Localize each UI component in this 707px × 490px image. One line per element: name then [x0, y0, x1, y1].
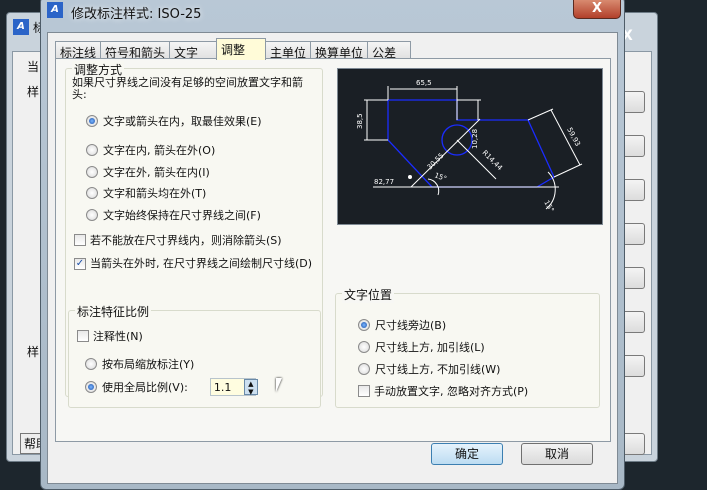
radio-over-without-leader[interactable]: 尺寸线上方, 不加引线(W)	[358, 361, 500, 377]
radio-text-outside[interactable]: 文字在外, 箭头在内(I)	[86, 164, 210, 180]
ok-button[interactable]: 确定	[431, 443, 503, 465]
radio-label: 尺寸线旁边(B)	[375, 319, 447, 332]
suppress-arrows-checkbox[interactable]: 若不能放在尺寸界线内，则消除箭头(S)	[74, 232, 282, 248]
preview-drawing: 65,5 38,5 59,93 R14,44 10,28 30,55 82,77…	[356, 79, 583, 214]
radio-beside-dim-line[interactable]: 尺寸线旁边(B)	[358, 317, 446, 333]
radio-button[interactable]	[358, 341, 370, 353]
text-placement-title: 文字位置	[342, 286, 395, 303]
radio-label: 文字和箭头均在外(T)	[103, 187, 207, 200]
radio-text-inside[interactable]: 文字在内, 箭头在外(O)	[86, 142, 215, 158]
radio-label: 按布局缩放标注(Y)	[102, 358, 195, 371]
radio-button[interactable]	[86, 187, 98, 199]
annotative-checkbox[interactable]: 注释性(N)	[77, 328, 143, 344]
app-icon: A	[47, 2, 63, 18]
global-scale-value: 1.1	[213, 381, 232, 394]
scale-title: 标注特征比例	[75, 303, 152, 320]
dim-text: 15°	[542, 199, 555, 214]
radio-button[interactable]	[85, 358, 97, 370]
styles-label: 样	[27, 85, 40, 99]
dim-text: 65,5	[416, 79, 432, 87]
radio-both-outside[interactable]: 文字和箭头均在外(T)	[86, 185, 206, 201]
dim-text: 15°	[433, 171, 447, 183]
ext-line	[553, 163, 583, 178]
current-style-label: 当	[27, 60, 40, 74]
modify-dimension-style-dialog: A 修改标注样式: ISO-25 X 标注线 符号和箭头 文字 调整 主单位 换…	[40, 0, 625, 490]
tab-fit[interactable]: 调整	[216, 38, 267, 60]
tab-bar: 标注线 符号和箭头 文字 调整 主单位 换算单位 公差	[55, 38, 412, 60]
global-scale-input[interactable]: 1.1 ▲ ▼	[209, 378, 258, 396]
radio-label: 文字或箭头在内，取最佳效果(E)	[103, 115, 262, 128]
radio-scale-to-layout[interactable]: 按布局缩放标注(Y)	[85, 356, 194, 372]
radio-button[interactable]	[358, 363, 370, 375]
radio-button[interactable]	[86, 209, 98, 221]
dim-text: 59,93	[565, 126, 581, 147]
radio-label: 尺寸线上方, 加引线(L)	[375, 341, 485, 354]
radio-label: 文字在内, 箭头在外(O)	[103, 144, 216, 157]
dim-text: 10,28	[471, 129, 479, 149]
checkbox[interactable]	[358, 385, 370, 397]
radio-button[interactable]	[86, 166, 98, 178]
preview-image: 65,5 38,5 59,93 R14,44 10,28 30,55 82,77…	[337, 68, 603, 225]
dialog-client: 标注线 符号和箭头 文字 调整 主单位 换算单位 公差 调整方式 如果尺寸界线之…	[47, 32, 618, 484]
mouse-cursor-icon	[276, 378, 282, 392]
list-label: 样	[27, 345, 40, 359]
radio-button[interactable]	[85, 381, 97, 393]
checkbox-label: 若不能放在尺寸界线内，则消除箭头(S)	[90, 234, 282, 247]
radio-button[interactable]	[358, 319, 370, 331]
radio-label: 尺寸线上方, 不加引线(W)	[375, 363, 501, 376]
dim-text: R14,44	[481, 149, 505, 173]
checkbox[interactable]: ✓	[74, 258, 86, 270]
radio-global-scale[interactable]: 使用全局比例(V): 1.1 ▲ ▼	[85, 378, 258, 396]
radio-label: 使用全局比例(V):	[102, 381, 188, 394]
radio-label: 文字在外, 箭头在内(I)	[103, 166, 210, 179]
checkbox-label: 当箭头在外时, 在尺寸界线之间绘制尺寸线(D)	[90, 257, 313, 270]
dim-text: 30,55	[426, 152, 446, 172]
dialog-title: 修改标注样式: ISO-25	[71, 7, 202, 22]
fit-options-description: 如果尺寸界线之间没有足够的空间放置文字和箭头:	[72, 76, 303, 101]
radio-always-between[interactable]: 文字始终保持在尺寸界线之间(F)	[86, 207, 261, 223]
close-button[interactable]: X	[573, 0, 621, 19]
checkbox[interactable]	[77, 330, 89, 342]
ext-line	[527, 108, 554, 121]
radio-button[interactable]	[86, 115, 98, 127]
dim-text: 38,5	[356, 113, 364, 129]
cancel-button[interactable]: 取消	[521, 443, 593, 465]
spinner-arrows-icon[interactable]: ▲ ▼	[243, 379, 258, 396]
manual-placement-checkbox[interactable]: 手动放置文字, 忽略对齐方式(P)	[358, 383, 528, 399]
dim-text: 82,77	[374, 178, 394, 186]
checkbox-label: 注释性(N)	[93, 330, 143, 343]
radio-label: 文字始终保持在尺寸界线之间(F)	[103, 209, 261, 222]
scale-group: 标注特征比例 注释性(N) 按布局缩放标注(Y) 使用全局比例(V): 1.1 ▲…	[68, 303, 321, 408]
radio-over-with-leader[interactable]: 尺寸线上方, 加引线(L)	[358, 339, 485, 355]
center-mark	[408, 175, 412, 179]
checkbox[interactable]	[74, 234, 86, 246]
checkbox-label: 手动放置文字, 忽略对齐方式(P)	[374, 385, 529, 398]
radio-button[interactable]	[86, 144, 98, 156]
text-placement-group: 文字位置 尺寸线旁边(B) 尺寸线上方, 加引线(L) 尺寸线上方, 不加引线(…	[335, 286, 600, 408]
radio-text-or-arrows[interactable]: 文字或箭头在内，取最佳效果(E)	[86, 113, 262, 129]
app-icon: A	[13, 19, 29, 35]
draw-dim-line-checkbox[interactable]: ✓ 当箭头在外时, 在尺寸界线之间绘制尺寸线(D)	[74, 258, 315, 270]
fit-tab-panel: 调整方式 如果尺寸界线之间没有足够的空间放置文字和箭头: 文字或箭头在内，取最佳…	[55, 58, 611, 442]
